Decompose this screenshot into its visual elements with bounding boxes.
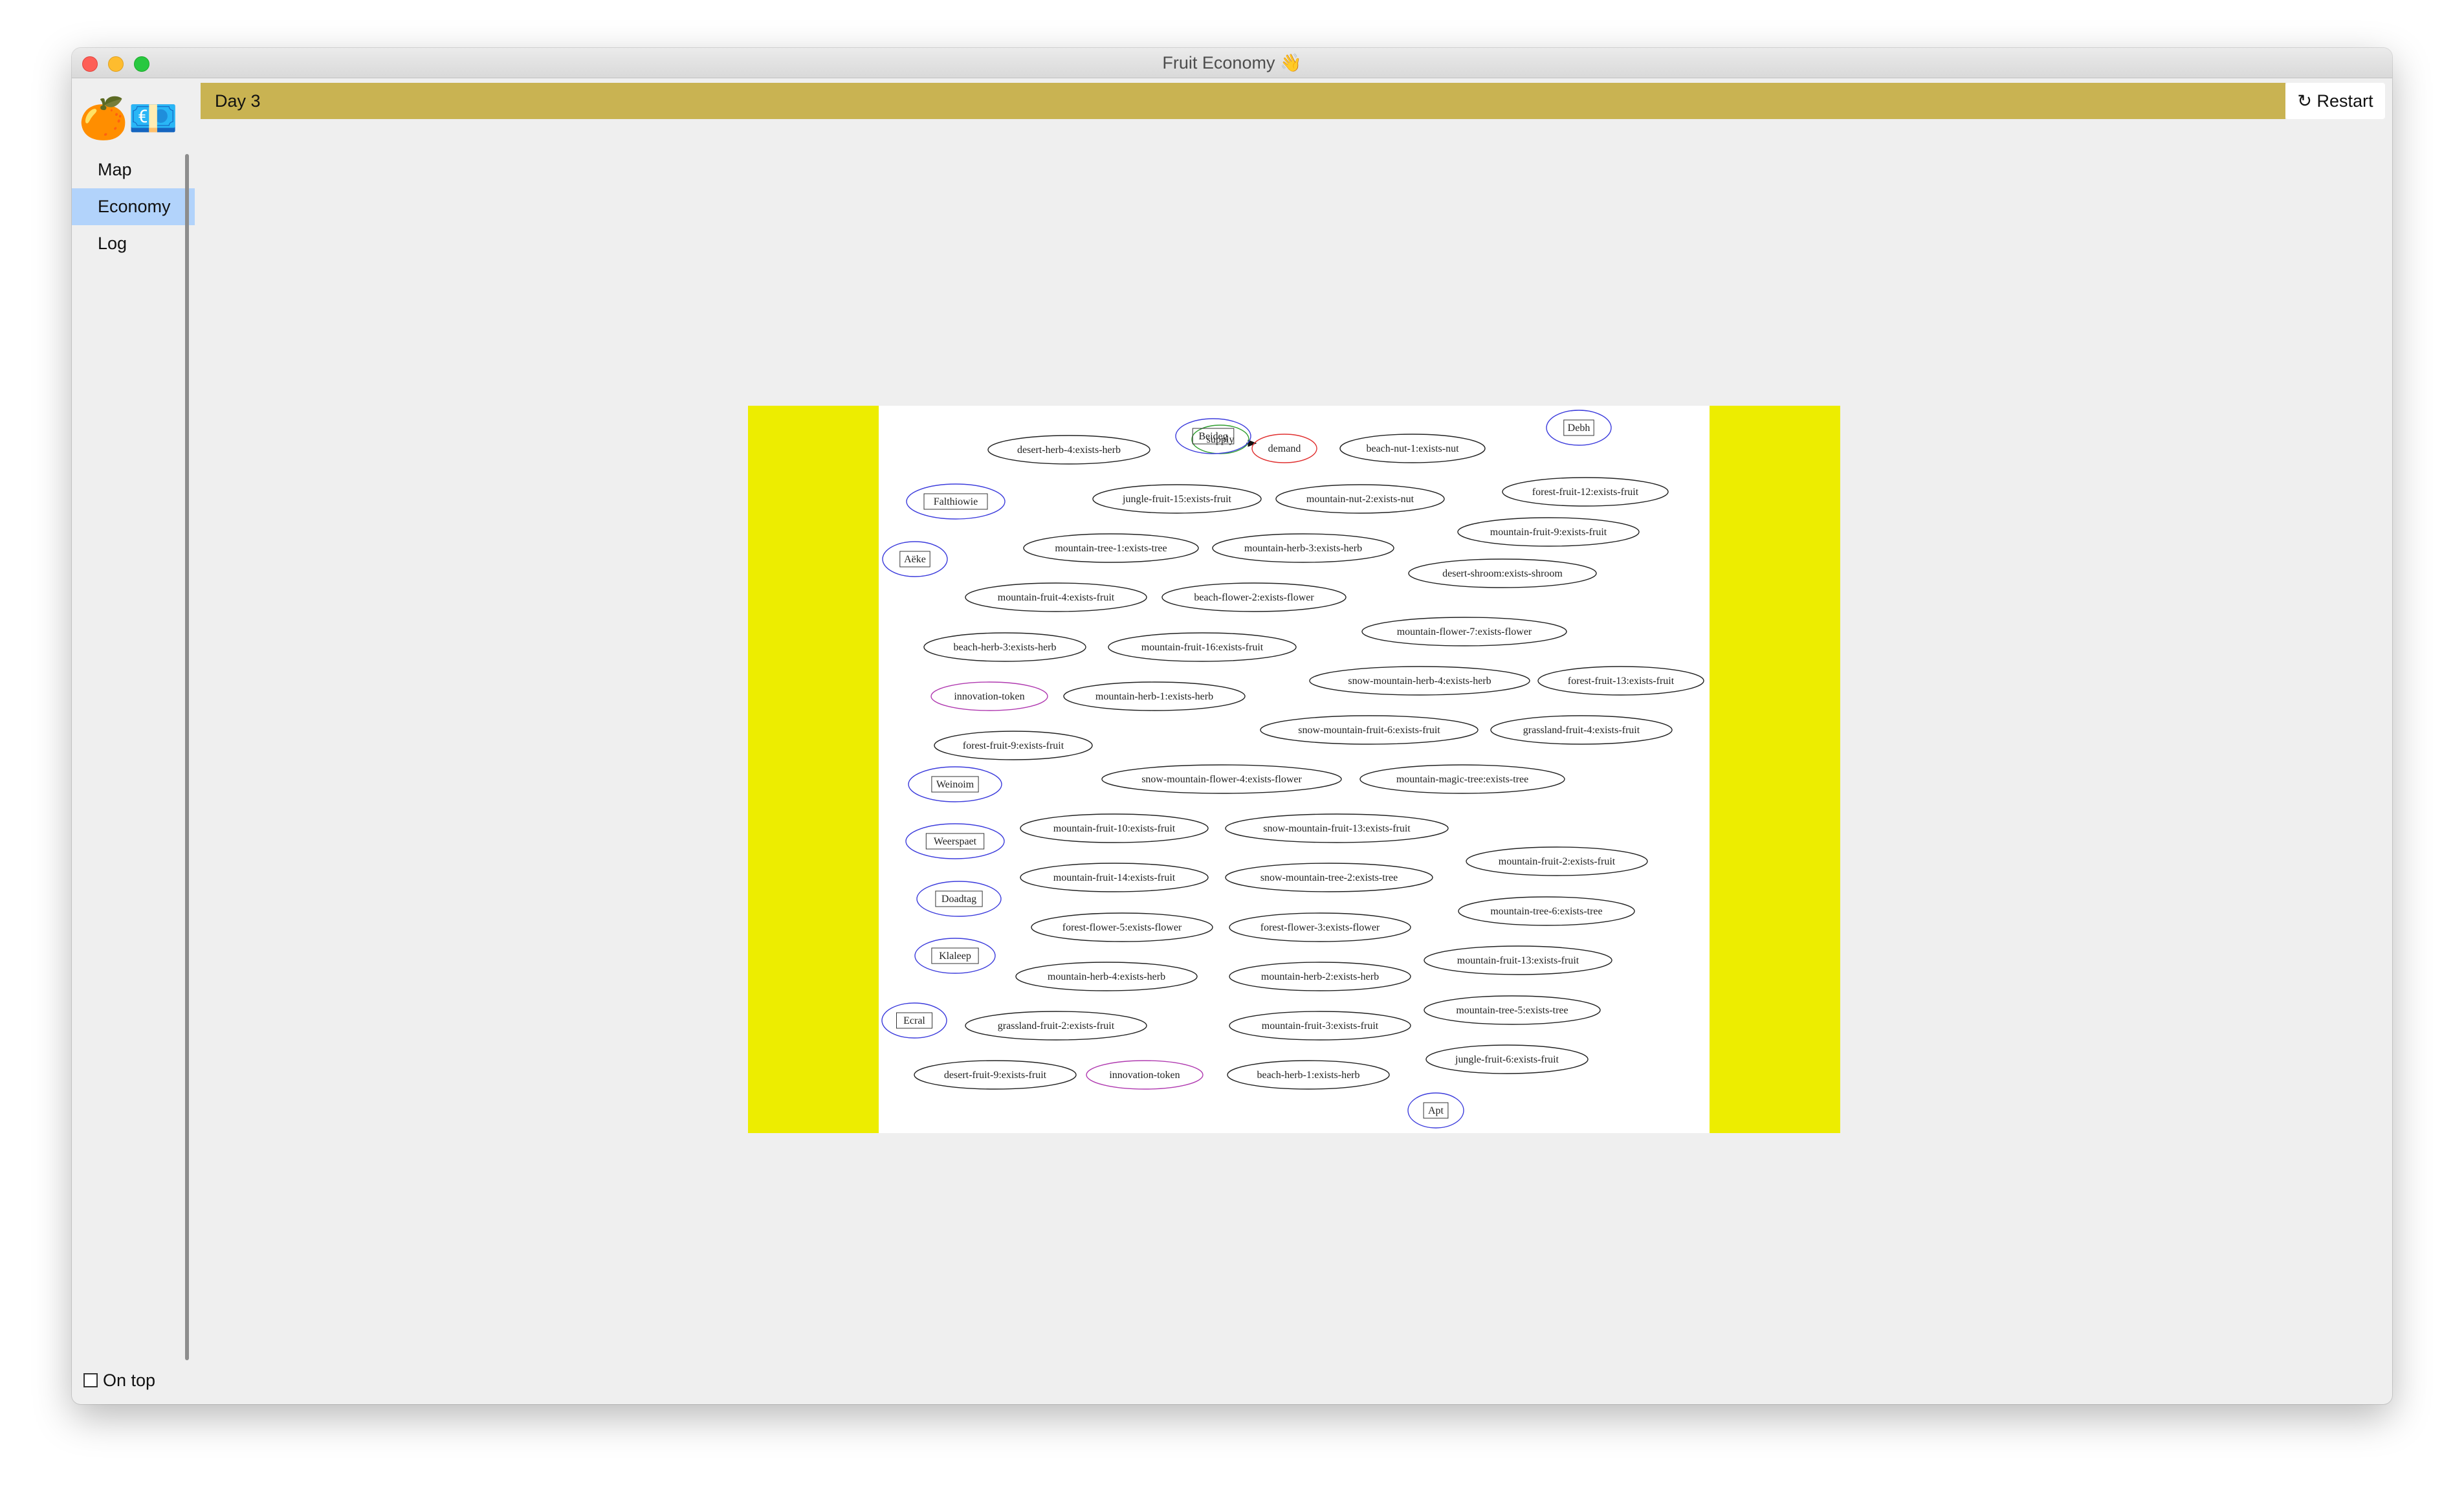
node-label: desert-fruit-9:exists-fruit [944, 1070, 1047, 1081]
node-label: desert-shroom:exists-shroom [1442, 568, 1563, 579]
checkbox-box[interactable] [83, 1373, 98, 1387]
day-bar: Day 3 [201, 83, 2285, 119]
sidebar-item-log[interactable]: Log [72, 225, 195, 262]
on-top-checkbox[interactable]: On top [83, 1371, 155, 1391]
node-label: mountain-fruit-3:exists-fruit [1262, 1020, 1379, 1031]
node-label: mountain-herb-2:exists-herb [1261, 971, 1379, 982]
node-label: Ecral [903, 1015, 925, 1026]
node-label: mountain-flower-7:exists-flower [1397, 626, 1532, 637]
node-label: forest-fruit-9:exists-fruit [963, 740, 1064, 751]
node-label: Weinoim [936, 779, 974, 790]
node-label: Weerspaet [934, 836, 977, 847]
node-label: mountain-fruit-16:exists-fruit [1141, 642, 1264, 653]
node-label: Apt [1428, 1105, 1444, 1116]
node-label: snow-mountain-herb-4:exists-herb [1348, 676, 1491, 687]
node-label: Debh [1568, 423, 1590, 434]
node-label: desert-herb-4:exists-herb [1017, 445, 1121, 456]
node-label: Falthiowie [934, 496, 978, 507]
node-label: Klaleep [939, 951, 971, 962]
node-label: mountain-fruit-9:exists-fruit [1490, 527, 1607, 538]
node-label: innovation-token [954, 691, 1024, 702]
node-label: grassland-fruit-2:exists-fruit [998, 1020, 1115, 1031]
day-label: Day 3 [215, 91, 261, 111]
app-logo: 🍊💶 [78, 96, 179, 141]
restart-button[interactable]: ↻ Restart [2285, 83, 2385, 119]
title-bar: Fruit Economy 👋 [72, 48, 2392, 78]
node-label: snow-mountain-fruit-6:exists-fruit [1298, 725, 1440, 736]
node-label: mountain-herb-4:exists-herb [1048, 971, 1165, 982]
node-label: Aëke [904, 554, 926, 565]
node-label: mountain-fruit-13:exists-fruit [1457, 955, 1579, 966]
node-label: forest-flower-5:exists-flower [1062, 922, 1182, 933]
node-label: grassland-fruit-4:exists-fruit [1523, 725, 1640, 736]
node-label: forest-flower-3:exists-flower [1260, 922, 1380, 933]
node-label: mountain-fruit-14:exists-fruit [1053, 872, 1176, 883]
node-label: mountain-herb-3:exists-herb [1244, 543, 1362, 554]
node-label: jungle-fruit-15:exists-fruit [1122, 494, 1232, 505]
node-label: forest-fruit-12:exists-fruit [1532, 487, 1639, 498]
sidebar-scrollbar[interactable] [185, 154, 189, 1360]
node-label: Beideg [1198, 431, 1227, 442]
economy-graph: supplydemanddesert-herb-4:exists-herbBei… [748, 406, 1840, 1133]
node-label: forest-fruit-13:exists-fruit [1568, 676, 1675, 687]
node-label: Doadtag [941, 894, 976, 905]
node-label: mountain-tree-6:exists-tree [1490, 906, 1602, 917]
node-label: beach-nut-1:exists-nut [1366, 443, 1459, 454]
sidebar-item-economy[interactable]: Economy [72, 188, 195, 225]
node-label: snow-mountain-flower-4:exists-flower [1141, 774, 1302, 785]
app-window: Fruit Economy 👋 🍊💶 Map Economy Log On to… [72, 48, 2392, 1404]
node-label: mountain-fruit-10:exists-fruit [1053, 823, 1176, 834]
node-label: mountain-fruit-2:exists-fruit [1499, 856, 1616, 867]
sidebar-nav: Map Economy Log [72, 151, 195, 262]
on-top-label: On top [103, 1371, 156, 1390]
node-label: mountain-tree-5:exists-tree [1456, 1005, 1568, 1016]
node-label: innovation-token [1109, 1070, 1180, 1081]
node-label: demand [1268, 443, 1301, 454]
node-label: snow-mountain-tree-2:exists-tree [1260, 872, 1398, 883]
window-title: Fruit Economy 👋 [1162, 53, 1302, 72]
node-label: mountain-fruit-4:exists-fruit [998, 592, 1115, 603]
node-label: mountain-tree-1:exists-tree [1055, 543, 1167, 554]
node-label: beach-flower-2:exists-flower [1194, 592, 1314, 603]
node-label: mountain-nut-2:exists-nut [1306, 494, 1414, 505]
node-label: mountain-herb-1:exists-herb [1095, 691, 1213, 702]
sidebar-item-map[interactable]: Map [72, 151, 195, 188]
node-label: mountain-magic-tree:exists-tree [1396, 774, 1528, 785]
node-label: snow-mountain-fruit-13:exists-fruit [1263, 823, 1411, 834]
node-label: beach-herb-1:exists-herb [1257, 1070, 1359, 1081]
node-label: beach-herb-3:exists-herb [953, 642, 1056, 653]
node-label: jungle-fruit-6:exists-fruit [1455, 1054, 1559, 1065]
